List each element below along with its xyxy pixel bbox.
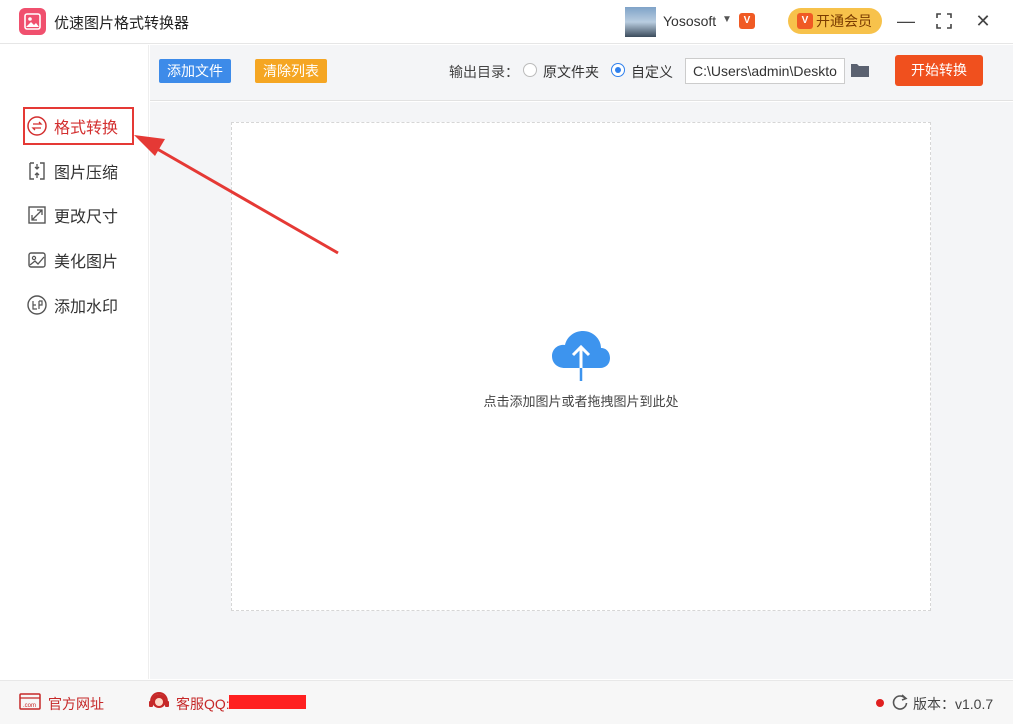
beautify-icon bbox=[26, 249, 48, 271]
minimize-icon[interactable]: — bbox=[895, 10, 917, 32]
output-path-input[interactable] bbox=[685, 58, 845, 84]
annotation-highlight-box bbox=[23, 107, 134, 145]
support-qq-label: 客服QQ: bbox=[176, 696, 230, 712]
sidebar-item-label: 更改尺寸 bbox=[54, 209, 119, 226]
chevron-down-icon[interactable]: ▼ bbox=[722, 14, 732, 25]
sidebar-item-resize[interactable]: 更改尺寸 bbox=[26, 200, 136, 230]
folder-icon[interactable] bbox=[850, 62, 870, 78]
vip-badge-icon: V bbox=[739, 13, 755, 29]
watermark-icon bbox=[26, 294, 48, 316]
status-dot bbox=[876, 699, 884, 707]
vip-icon: V bbox=[797, 13, 813, 29]
add-files-button[interactable]: 添加文件 bbox=[159, 59, 231, 83]
sidebar-item-label: 添加水印 bbox=[54, 299, 119, 316]
redacted-qq-number bbox=[229, 695, 306, 709]
official-website-link[interactable]: 官方网址 bbox=[48, 694, 104, 714]
sidebar-item-watermark[interactable]: 添加水印 bbox=[26, 290, 136, 320]
website-icon[interactable]: .com bbox=[19, 692, 41, 712]
compress-icon bbox=[26, 160, 48, 182]
radio-custom[interactable] bbox=[611, 63, 625, 77]
customer-service-icon[interactable] bbox=[147, 690, 171, 714]
app-logo-icon bbox=[19, 8, 46, 35]
open-membership-button[interactable]: V 开通会员 bbox=[788, 8, 882, 34]
refresh-icon[interactable] bbox=[891, 693, 909, 711]
svg-text:.com: .com bbox=[23, 703, 36, 709]
start-convert-button[interactable]: 开始转换 bbox=[895, 55, 983, 86]
sidebar-item-compress[interactable]: 图片压缩 bbox=[26, 156, 136, 186]
radio-source-folder[interactable] bbox=[523, 63, 537, 77]
radio-source-folder-label[interactable]: 原文件夹 bbox=[543, 62, 599, 82]
version-label: 版本：v1.0.7 bbox=[913, 696, 994, 712]
clear-list-button[interactable]: 清除列表 bbox=[255, 59, 327, 83]
maximize-icon[interactable] bbox=[933, 10, 955, 32]
dropzone-hint: 点击添加图片或者拖拽图片到此处 bbox=[483, 394, 679, 409]
app-title: 优速图片格式转换器 bbox=[54, 15, 190, 32]
resize-icon bbox=[26, 204, 48, 226]
cloud-upload-icon[interactable] bbox=[551, 330, 611, 382]
user-avatar[interactable] bbox=[625, 7, 656, 37]
sidebar-item-label: 图片压缩 bbox=[54, 165, 119, 182]
radio-custom-label[interactable]: 自定义 bbox=[631, 62, 673, 82]
user-name[interactable]: Yososoft bbox=[663, 13, 716, 29]
sidebar-item-label: 美化图片 bbox=[54, 254, 119, 271]
output-directory-label: 输出目录： bbox=[449, 64, 519, 80]
sidebar-item-beautify[interactable]: 美化图片 bbox=[26, 245, 136, 275]
open-membership-label: 开通会员 bbox=[816, 13, 872, 29]
close-icon[interactable]: ✕ bbox=[972, 10, 994, 32]
